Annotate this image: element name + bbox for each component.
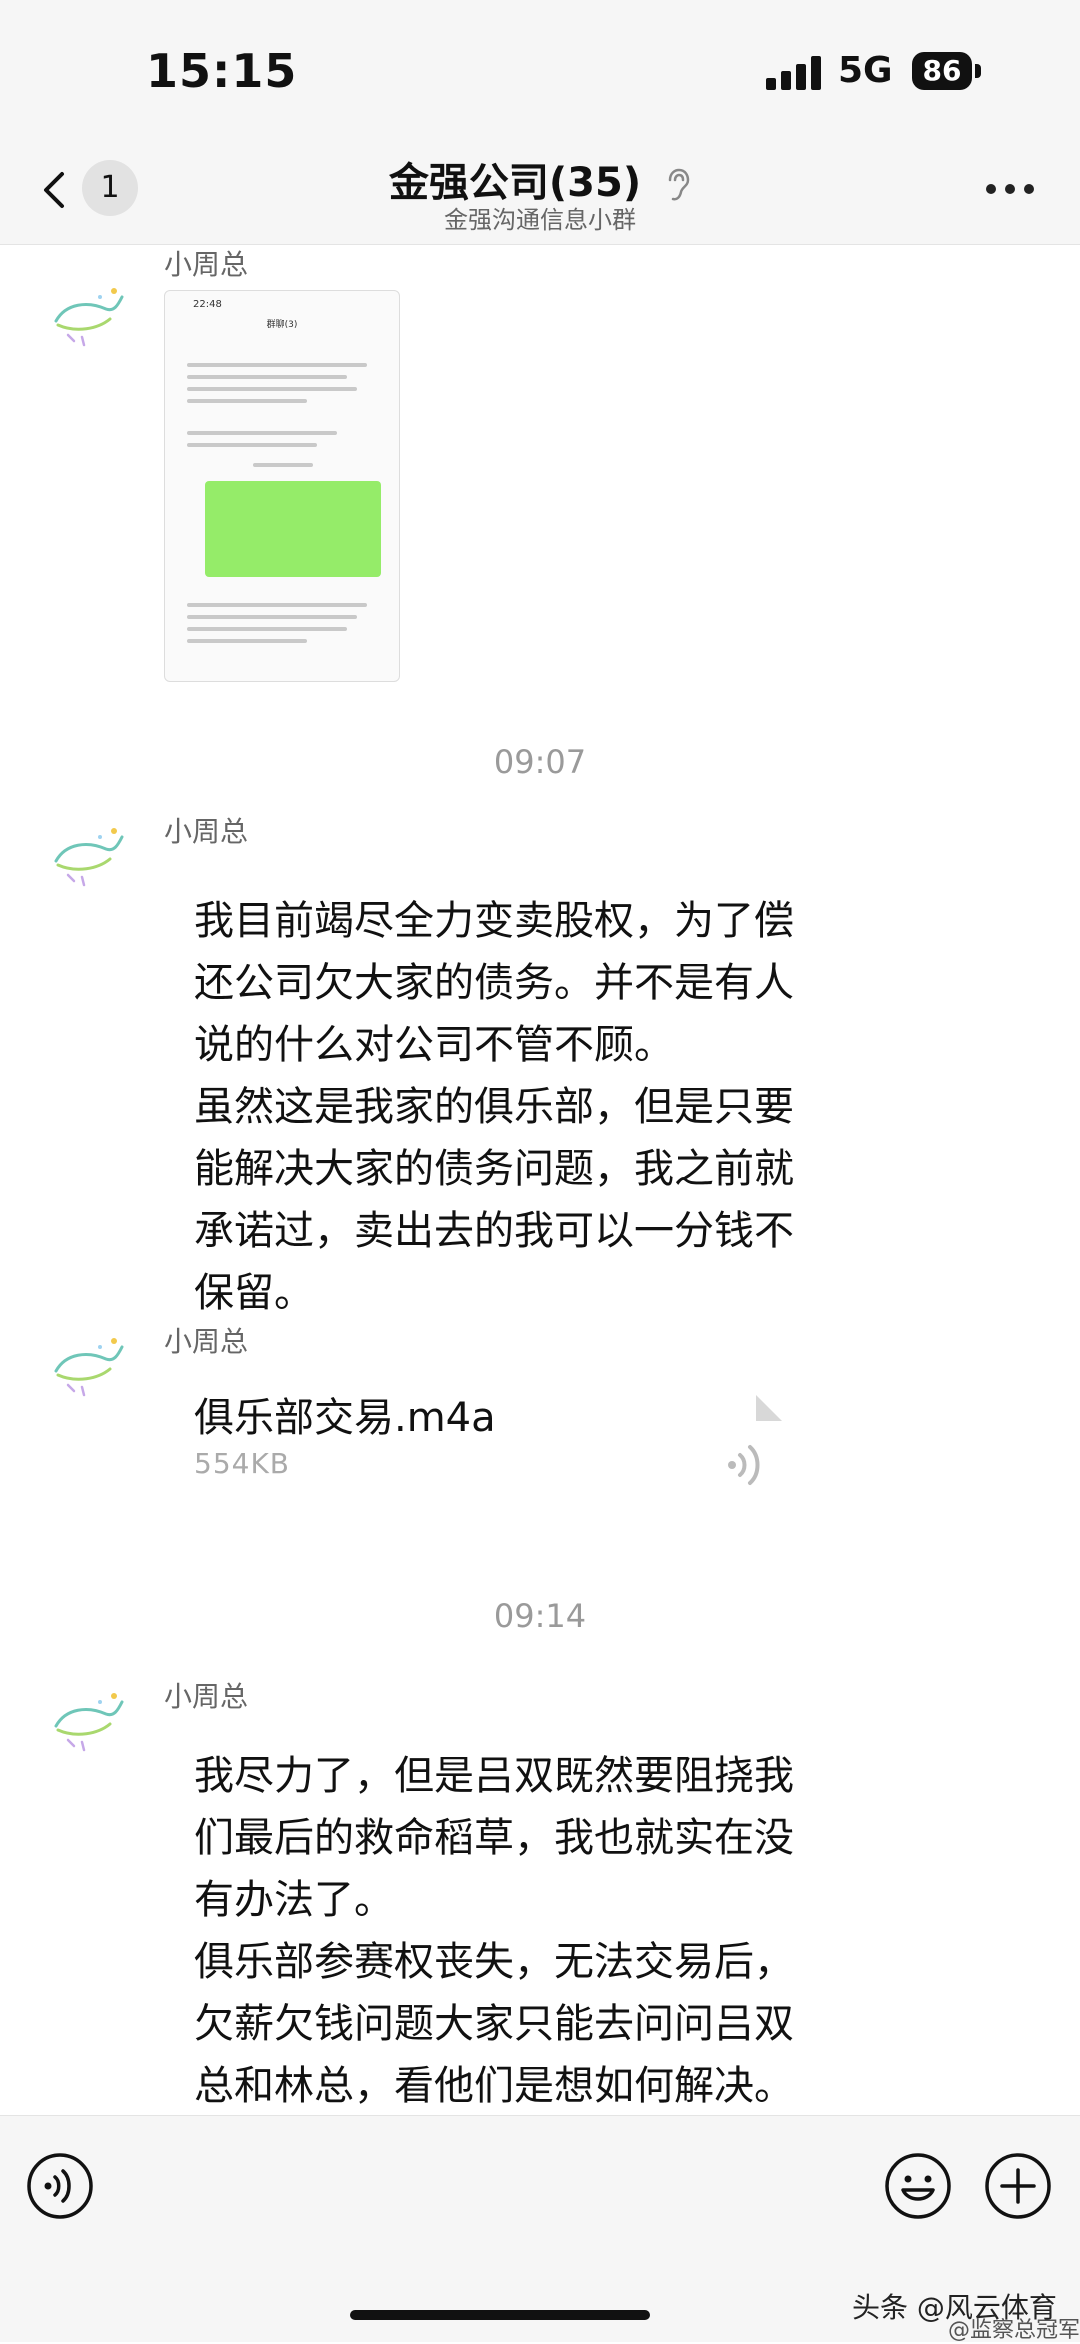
chat-header: 1 金强公司(35) 金强沟通信息小群 — [0, 140, 1080, 245]
message-text[interactable]: 我尽力了，但是吕双既然要阻挠我 们最后的救命稻草，我也就实在没 有办法了。 俱乐… — [194, 1745, 874, 2115]
plus-icon[interactable] — [984, 2152, 1052, 2220]
network-type: 5G — [838, 50, 893, 91]
file-name[interactable]: 俱乐部交易.m4a — [194, 1385, 496, 1443]
screenshot-time: 22:48 — [193, 299, 222, 310]
sender-name: 小周总 — [164, 1325, 249, 1358]
more-icon[interactable] — [986, 184, 1034, 196]
avatar-whale-icon[interactable] — [48, 1680, 128, 1760]
voice-input-icon[interactable] — [26, 2152, 94, 2220]
status-bar: 15:15 5G 86 — [0, 0, 1080, 140]
sender-name: 小周总 — [164, 1680, 249, 1713]
screenshot-green-bubble — [205, 481, 381, 577]
audio-file-icon — [728, 1445, 760, 1485]
home-indicator[interactable] — [350, 2310, 650, 2320]
screenshot-header: 群聊(3) — [266, 320, 298, 330]
file-fold-icon — [756, 1395, 782, 1421]
message-text[interactable]: 我目前竭尽全力变卖股权，为了偿 还公司欠大家的债务。并不是有人 说的什么对公司不… — [194, 890, 874, 1324]
time-separator: 09:14 — [493, 1597, 587, 1635]
sender-name: 小周总 — [164, 248, 249, 281]
battery-tip — [975, 64, 981, 78]
avatar-whale-icon[interactable] — [48, 815, 128, 895]
chat-subtitle: 金强沟通信息小群 — [444, 206, 636, 234]
time-separator: 09:07 — [493, 743, 587, 781]
watermark-subtext: @监察总冠军 — [948, 2318, 1080, 2343]
emoji-icon[interactable] — [884, 2152, 952, 2220]
chat-area[interactable]: 小周总 22:48 群聊(3) 09:07 小周总 我目前竭尽全力变卖股权，为了… — [0, 245, 1080, 2115]
message-image[interactable]: 22:48 群聊(3) — [164, 290, 400, 682]
avatar-whale-icon[interactable] — [48, 1325, 128, 1405]
ear-icon — [668, 168, 690, 201]
battery-icon: 86 — [912, 52, 972, 90]
file-size: 554KB — [194, 1447, 291, 1480]
avatar-whale-icon[interactable] — [48, 275, 128, 355]
sender-name: 小周总 — [164, 815, 249, 848]
status-time: 15:15 — [146, 44, 298, 98]
signal-icon — [766, 56, 822, 90]
